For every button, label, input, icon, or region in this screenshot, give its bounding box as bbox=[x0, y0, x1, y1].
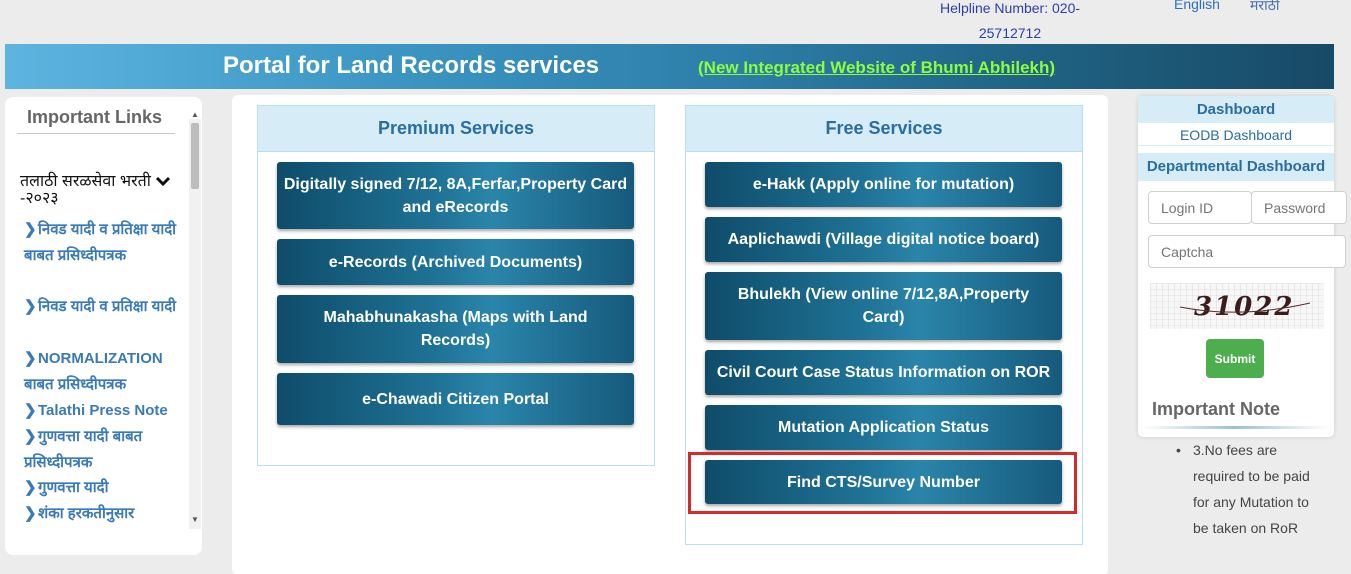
language-english-link[interactable]: English bbox=[1174, 0, 1220, 12]
chevron-right-icon: ❯ bbox=[24, 221, 37, 238]
top-bar: Helpline Number: 020-25712712 English मर… bbox=[0, 0, 1351, 44]
link-merit-list[interactable]: ❯गुणवत्ता यादी bbox=[24, 475, 184, 501]
links-scrollbar[interactable]: ▲ ▼ bbox=[189, 110, 201, 529]
title-divider bbox=[17, 133, 175, 134]
e-hakk-button[interactable]: e-Hakk (Apply online for mutation) bbox=[705, 162, 1062, 207]
civil-court-case-button[interactable]: Civil Court Case Status Information on R… bbox=[705, 350, 1062, 395]
note-text: 3.No fees are required to be paid for an… bbox=[1193, 442, 1310, 536]
chevron-right-icon: ❯ bbox=[24, 402, 37, 419]
link-talathi-press-note[interactable]: ❯Talathi Press Note bbox=[24, 398, 184, 424]
scroll-down-icon[interactable]: ▼ bbox=[191, 515, 199, 524]
mutation-status-button[interactable]: Mutation Application Status bbox=[705, 405, 1062, 450]
important-links-panel: Important Links तलाठी सरळसेवा भरती -२०२३… bbox=[5, 97, 202, 555]
link-label: गुणवत्ता यादी bbox=[38, 479, 109, 496]
bhulekh-button[interactable]: Bhulekh (View online 7/12,8A,Property Ca… bbox=[705, 272, 1062, 340]
submit-button[interactable]: Submit bbox=[1206, 339, 1264, 378]
chevron-right-icon: ❯ bbox=[24, 428, 37, 445]
bullet-icon: • bbox=[1176, 442, 1181, 458]
e-records-button[interactable]: e-Records (Archived Documents) bbox=[277, 239, 634, 285]
e-chawadi-portal-button[interactable]: e-Chawadi Citizen Portal bbox=[277, 373, 634, 425]
new-website-link[interactable]: (New Integrated Website of Bhumi Abhilek… bbox=[698, 58, 1055, 78]
link-label: निवड यादी व प्रतिक्षा यादी बाबत प्रसिध्द… bbox=[24, 221, 177, 264]
section-talathi-recruitment[interactable]: तलाठी सरळसेवा भरती -२०२३ bbox=[20, 173, 170, 207]
dashboard-panel: Dashboard EODB Dashboard Departmental Da… bbox=[1138, 96, 1347, 437]
header-banner: Portal for Land Records services (New In… bbox=[5, 44, 1334, 89]
portal-title: Portal for Land Records services bbox=[223, 52, 600, 79]
important-note-title: Important Note bbox=[1152, 399, 1280, 419]
chevron-right-icon: ❯ bbox=[24, 298, 37, 315]
login-id-input[interactable] bbox=[1148, 191, 1252, 224]
link-label: NORMALIZATION बाबत प्रसिध्दीपत्रक bbox=[24, 350, 163, 393]
link-merit-list-notice[interactable]: ❯गुणवत्ता यादी बाबत प्रसिध्दीपत्रक bbox=[24, 424, 184, 476]
note-divider bbox=[1142, 426, 1328, 429]
language-marathi-link[interactable]: मराठी bbox=[1250, 0, 1279, 15]
eodb-dashboard-link[interactable]: EODB Dashboard bbox=[1138, 124, 1334, 146]
link-objection-list[interactable]: ❯शंका हरकतीनुसार bbox=[24, 501, 184, 527]
link-label: निवड यादी व प्रतिक्षा यादी bbox=[38, 298, 177, 315]
aaplichawdi-button[interactable]: Aaplichawdi (Village digital notice boar… bbox=[705, 217, 1062, 262]
important-links-title: Important Links bbox=[27, 107, 163, 127]
scroll-up-icon[interactable]: ▲ bbox=[191, 110, 199, 119]
chevron-down-icon[interactable] bbox=[155, 173, 171, 189]
link-normalization-notice[interactable]: ❯NORMALIZATION बाबत प्रसिध्दीपत्रक bbox=[24, 346, 184, 398]
link-label: शंका हरकतीनुसार bbox=[38, 505, 135, 522]
captcha-image: 31022 bbox=[1150, 283, 1324, 329]
chevron-right-icon: ❯ bbox=[24, 505, 37, 522]
link-selection-list-notice[interactable]: ❯निवड यादी व प्रतिक्षा यादी बाबत प्रसिध्… bbox=[24, 217, 184, 269]
scroll-thumb[interactable] bbox=[191, 123, 199, 189]
dashboard-title[interactable]: Dashboard bbox=[1138, 96, 1334, 123]
link-selection-list[interactable]: ❯निवड यादी व प्रतिक्षा यादी bbox=[24, 294, 184, 320]
mahabhunakasha-button[interactable]: Mahabhunakasha (Maps with Land Records) bbox=[277, 295, 634, 363]
password-input[interactable] bbox=[1251, 191, 1347, 224]
helpline-number: Helpline Number: 020-25712712 bbox=[939, 0, 1081, 41]
important-note-item: • 3.No fees are required to be paid for … bbox=[1176, 437, 1316, 541]
free-services-title: Free Services bbox=[686, 106, 1082, 152]
link-label: गुणवत्ता यादी बाबत प्रसिध्दीपत्रक bbox=[24, 428, 143, 471]
chevron-right-icon: ❯ bbox=[24, 479, 37, 496]
link-label: Talathi Press Note bbox=[38, 402, 168, 419]
digitally-signed-records-button[interactable]: Digitally signed 7/12, 8A,Ferfar,Propert… bbox=[277, 162, 634, 229]
captcha-input[interactable] bbox=[1148, 235, 1346, 268]
highlight-box bbox=[688, 452, 1077, 514]
premium-services-title: Premium Services bbox=[258, 106, 654, 152]
departmental-dashboard-title: Departmental Dashboard bbox=[1138, 153, 1334, 181]
captcha-text: 31022 bbox=[1194, 292, 1294, 322]
chevron-right-icon: ❯ bbox=[24, 350, 37, 367]
